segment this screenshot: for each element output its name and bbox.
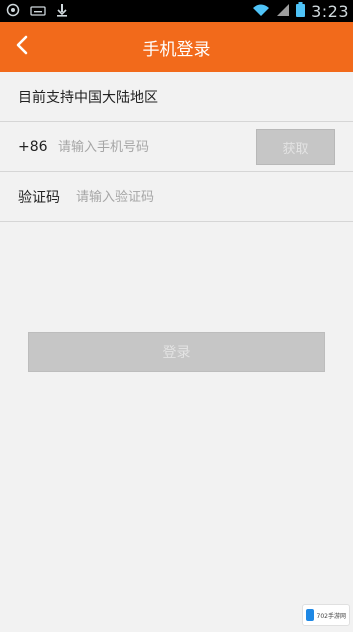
watermark-text: 702手游网 [316,612,346,620]
target-icon [6,2,20,21]
code-input[interactable] [76,184,316,210]
page-title: 手机登录 [142,39,211,60]
download-icon [56,2,68,21]
get-code-button[interactable]: 获取 [256,129,335,165]
phone-row: +86 获取 [0,122,353,172]
battery-icon [296,1,306,21]
clock: 3:23 [311,1,349,21]
status-bar-system: 3:23 [252,0,349,22]
watermark-logo-icon [306,609,314,621]
code-row: 验证码 [0,172,353,222]
site-watermark: 702手游网 [302,604,350,626]
country-code[interactable]: +86 [18,122,48,172]
phone-input[interactable] [58,134,243,160]
region-notice: 目前支持中国大陆地区 [18,90,158,106]
login-button[interactable]: 登录 [28,332,325,372]
wifi-icon [252,2,270,21]
app-bar: 手机登录 [0,22,353,72]
login-form: 目前支持中国大陆地区 +86 获取 验证码 [0,72,353,222]
status-bar: 3:23 [0,0,353,22]
code-label: 验证码 [18,190,60,206]
signal-icon [276,2,290,21]
region-notice-row: 目前支持中国大陆地区 [0,72,353,122]
status-bar-notifications [6,3,68,19]
keyboard-icon [30,2,46,21]
